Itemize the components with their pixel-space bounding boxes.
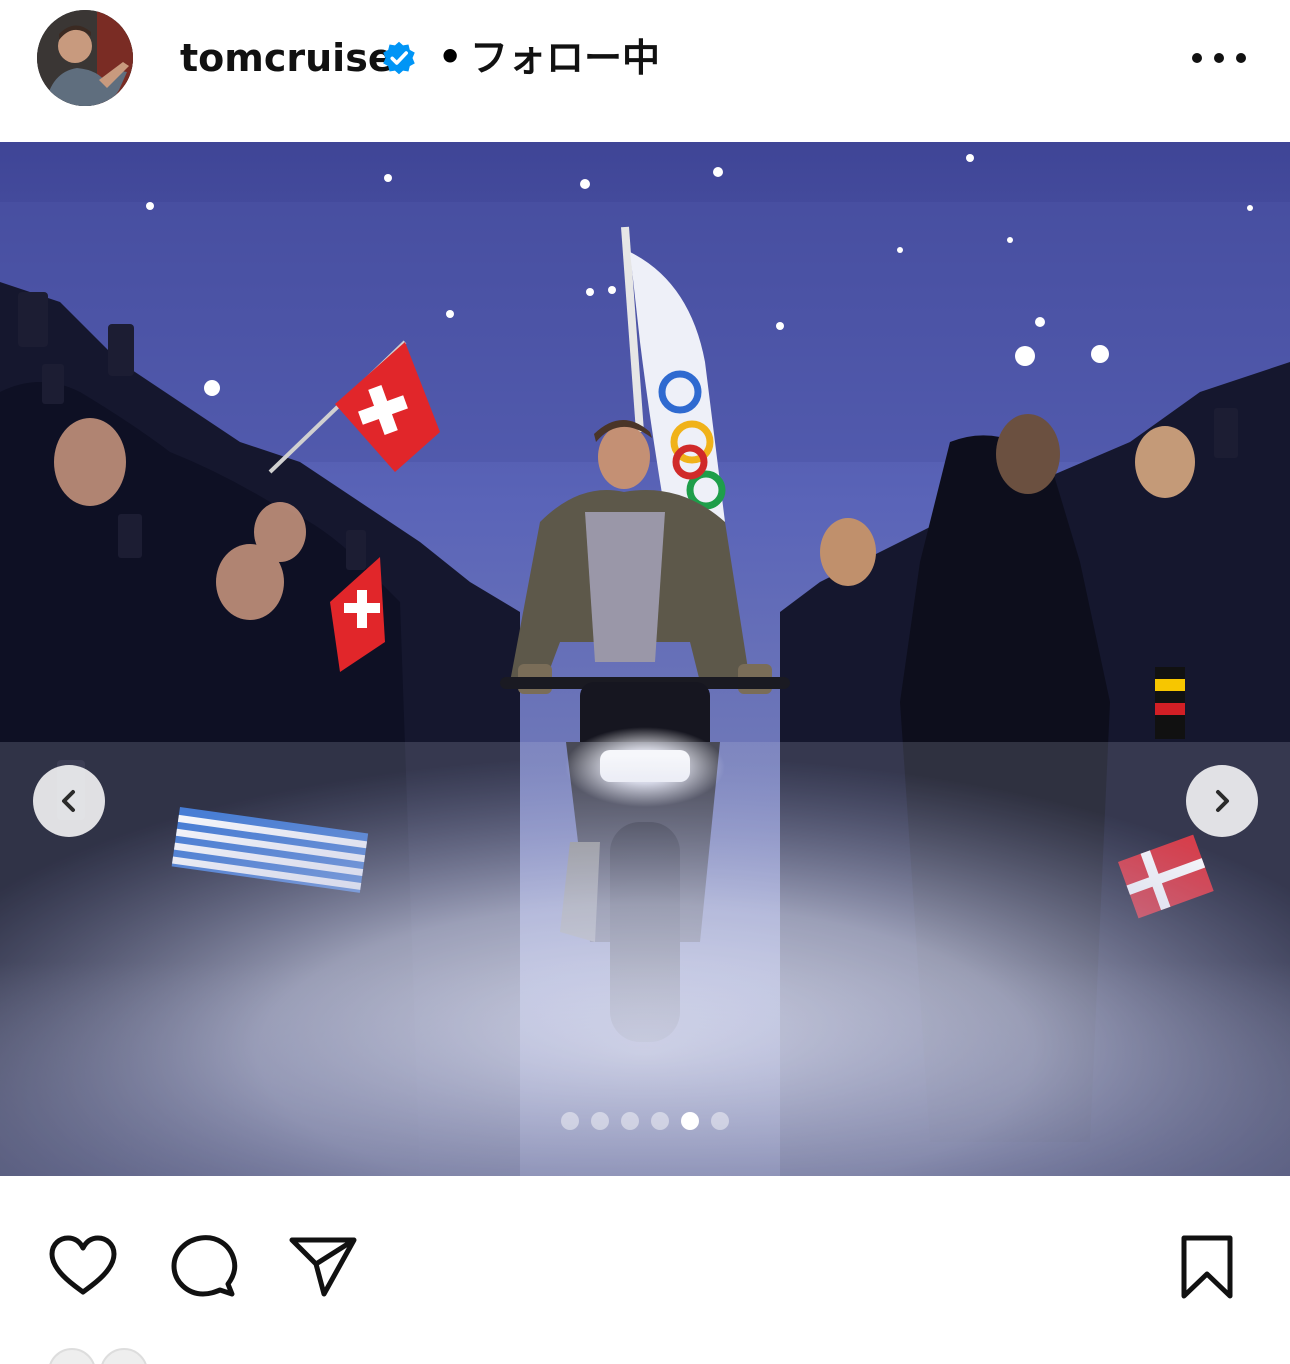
follow-status[interactable]: フォロー中 [470,34,660,82]
more-options-icon [1192,53,1202,63]
heart-icon [49,1235,117,1295]
carousel-next-button[interactable] [1186,765,1258,837]
carousel-dot [591,1112,609,1130]
more-options-icon [1236,53,1246,63]
chevron-right-icon [1216,790,1229,812]
post-header: tomcruise • フォロー中 [0,0,1290,118]
comment-button[interactable] [168,1232,238,1302]
chevron-left-icon [62,790,75,812]
carousel-dot [561,1112,579,1130]
carousel-dot [711,1112,729,1130]
post-photo[interactable] [0,142,1290,1176]
paper-plane-icon [289,1237,357,1297]
photo-illustration [0,142,1290,1176]
carousel-prev-button[interactable] [33,765,105,837]
verified-badge-icon [383,41,415,75]
username[interactable]: tomcruise [180,34,394,82]
carousel-indicator [561,1112,729,1132]
share-button[interactable] [288,1232,358,1302]
like-button[interactable] [48,1232,118,1302]
carousel-dot-active [681,1112,699,1130]
carousel-dot [651,1112,669,1130]
comment-bubble-icon [171,1235,238,1297]
liker-avatar [100,1348,148,1364]
save-button[interactable] [1172,1232,1242,1302]
avatar-image [37,10,133,106]
bookmark-icon [1181,1235,1233,1299]
more-options-icon [1214,53,1224,63]
profile-avatar[interactable] [37,10,133,106]
liker-avatars[interactable] [48,1344,158,1364]
separator-dot: • [438,35,463,79]
more-options-button[interactable] [1192,40,1246,76]
liker-avatar [48,1348,96,1364]
carousel-dot [621,1112,639,1130]
